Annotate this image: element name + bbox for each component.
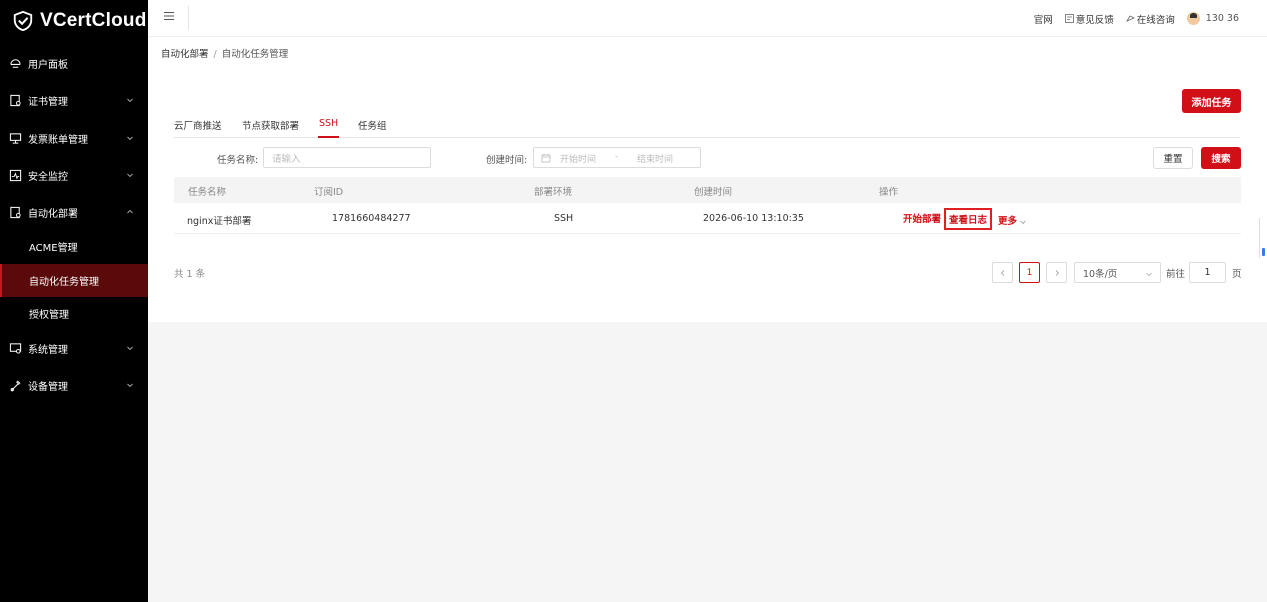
column-header: 订阅ID <box>314 187 344 198</box>
calendar-icon <box>541 154 551 163</box>
chevron-right-icon <box>1055 269 1059 276</box>
sidebar-item-label: 设备管理 <box>28 381 68 393</box>
chevron-up-icon <box>127 209 133 214</box>
column-header: 部署环境 <box>534 187 573 198</box>
sidebar-item-label: 用户面板 <box>28 59 68 71</box>
created-time-label: 创建时间: <box>486 155 528 166</box>
goto-prefix: 前往 <box>1166 269 1186 280</box>
chat-icon <box>1125 15 1135 22</box>
sidebar-subitem-label: 自动化任务管理 <box>29 277 99 288</box>
header-actions: 官网 意见反馈 在线咨询 130 36 <box>1034 0 1267 37</box>
deploy-icon <box>10 206 21 218</box>
breadcrumb-parent[interactable]: 自动化部署 <box>161 49 209 60</box>
sidebar-item-invoices[interactable]: 发票账单管理 <box>0 121 148 155</box>
breadcrumb-current: 自动化任务管理 <box>221 49 289 60</box>
invoice-icon <box>9 132 22 144</box>
chevron-left-icon <box>1000 269 1004 276</box>
sidebar-item-label: 发票账单管理 <box>28 134 88 146</box>
header-divider <box>188 6 189 30</box>
sidebar-item-label: 证书管理 <box>28 96 68 108</box>
sidebar-item-dashboard[interactable]: 用户面板 <box>0 46 148 80</box>
page-size-select[interactable]: 10条/页 <box>1074 262 1161 283</box>
tab-bar: 云厂商推送 节点获取部署 SSH 任务组 <box>174 118 1240 138</box>
date-range-picker[interactable]: 开始时间 - 结束时间 <box>533 147 701 168</box>
view-log-link[interactable]: 查看日志 <box>944 208 993 230</box>
sidebar-item-label: 自动化部署 <box>28 208 78 220</box>
end-time-input[interactable]: 结束时间 <box>637 152 673 165</box>
chevron-down-icon <box>127 136 133 141</box>
chevron-down-icon <box>1146 272 1152 277</box>
sidebar-subitem-auto-tasks[interactable]: 自动化任务管理 <box>0 264 148 297</box>
chevron-down-icon <box>127 98 133 103</box>
chevron-down-icon <box>127 346 133 351</box>
breadcrumb: 自动化部署 / 自动化任务管理 <box>161 46 288 60</box>
prev-page-button[interactable] <box>992 262 1013 283</box>
sidebar-subitem-acme[interactable]: ACME管理 <box>0 230 148 263</box>
sidebar-item-auto-deploy[interactable]: 自动化部署 <box>0 195 148 229</box>
total-count: 共 1 条 <box>174 269 206 280</box>
online-consult-link[interactable]: 在线咨询 <box>1125 12 1175 26</box>
tab-task-group[interactable]: 任务组 <box>358 118 387 137</box>
task-table: 任务名称 订阅ID 部署环境 创建时间 操作 nginx证书部署 1781660… <box>174 177 1241 234</box>
table-header: 任务名称 订阅ID 部署环境 创建时间 操作 <box>174 177 1241 203</box>
certificate-icon <box>10 94 21 106</box>
page-number-button[interactable]: 1 <box>1019 262 1040 283</box>
side-scroll-tab[interactable] <box>1259 218 1267 258</box>
brand-name: VCertCloud <box>40 10 147 31</box>
range-separator: - <box>615 152 619 162</box>
page-size-value: 10条/页 <box>1083 268 1118 280</box>
chevron-down-icon <box>127 173 133 178</box>
top-header: 官网 意见反馈 在线咨询 130 36 <box>148 0 1267 37</box>
column-header: 任务名称 <box>188 187 227 198</box>
more-label: 更多 <box>998 216 1018 227</box>
tab-cloud-push[interactable]: 云厂商推送 <box>174 118 222 137</box>
goto-suffix: 页 <box>1232 269 1242 280</box>
sidebar-item-devices[interactable]: 设备管理 <box>0 368 148 402</box>
sidebar-item-security[interactable]: 安全监控 <box>0 158 148 192</box>
subscription-id-cell: 1781660484277 <box>332 213 411 224</box>
next-page-button[interactable] <box>1046 262 1067 283</box>
system-icon <box>9 342 22 354</box>
table-row: nginx证书部署 1781660484277 SSH 2026-06-10 1… <box>174 203 1241 234</box>
add-task-button[interactable]: 添加任务 <box>1182 89 1241 113</box>
sidebar-subitem-label: ACME管理 <box>29 243 78 254</box>
created-time-cell: 2026-06-10 13:10:35 <box>703 213 804 224</box>
menu-toggle-icon[interactable] <box>164 11 174 21</box>
user-phone[interactable]: 130 36 <box>1206 13 1239 24</box>
sidebar-item-label: 系统管理 <box>28 344 68 356</box>
tab-ssh[interactable]: SSH <box>317 118 340 138</box>
feedback-icon <box>1064 14 1074 23</box>
reset-button[interactable]: 重置 <box>1153 147 1193 169</box>
task-name-label: 任务名称: <box>217 155 259 166</box>
dashboard-icon <box>10 58 21 68</box>
sidebar-subitem-label: 授权管理 <box>29 310 69 321</box>
sidebar-item-certificates[interactable]: 证书管理 <box>0 83 148 117</box>
search-button[interactable]: 搜索 <box>1201 147 1241 169</box>
start-deploy-link[interactable]: 开始部署 <box>903 211 941 225</box>
start-time-input[interactable]: 开始时间 <box>560 152 596 165</box>
more-actions-dropdown[interactable]: 更多 <box>998 213 1027 227</box>
column-header: 创建时间 <box>694 187 733 198</box>
sidebar-item-label: 安全监控 <box>28 171 68 183</box>
feedback-link[interactable]: 意见反馈 <box>1064 12 1114 26</box>
task-name-input[interactable]: 请输入 <box>263 147 431 168</box>
official-site-link[interactable]: 官网 <box>1034 12 1053 26</box>
sidebar: VCertCloud 用户面板 证书管理 发票账单管理 安全监控 自动化部署 A… <box>0 0 148 602</box>
main-content: 自动化部署 / 自动化任务管理 添加任务 云厂商推送 节点获取部署 SSH 任务组 … <box>148 37 1267 322</box>
column-header: 操作 <box>879 187 899 198</box>
shield-check-icon <box>13 10 33 32</box>
sidebar-item-system[interactable]: 系统管理 <box>0 331 148 365</box>
environment-cell: SSH <box>554 213 574 224</box>
device-icon <box>10 379 21 391</box>
task-name-cell: nginx证书部署 <box>187 216 252 227</box>
monitor-icon <box>9 169 22 181</box>
chevron-down-icon <box>1020 220 1026 224</box>
goto-page-input[interactable]: 1 <box>1189 262 1226 283</box>
sidebar-subitem-authorization[interactable]: 授权管理 <box>0 297 148 330</box>
tab-node-deploy[interactable]: 节点获取部署 <box>242 118 299 137</box>
avatar[interactable] <box>1186 12 1200 25</box>
chevron-down-icon <box>127 383 133 388</box>
logo[interactable]: VCertCloud <box>0 0 148 42</box>
breadcrumb-separator: / <box>213 49 217 60</box>
